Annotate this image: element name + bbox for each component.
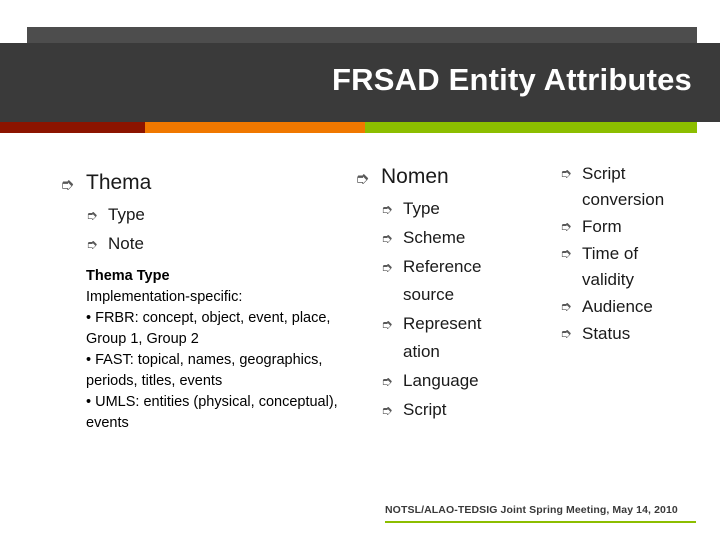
footer-rule bbox=[385, 521, 696, 523]
bullet-arrow-icon: ➮ bbox=[560, 299, 572, 315]
bullet-arrow-icon: ➮ bbox=[381, 317, 393, 333]
thema-type-note-line-3: • FAST: topical, names, geographics, per… bbox=[86, 352, 323, 389]
thema-type-note: Thema Type Implementation-specific: • FR… bbox=[86, 266, 338, 434]
list-item: ➮ Script bbox=[381, 396, 555, 424]
page-title: FRSAD Entity Attributes bbox=[332, 62, 692, 97]
nomen-item-reference-source: Reference source bbox=[403, 257, 482, 304]
thema-item-note: Note bbox=[108, 234, 144, 253]
bullet-arrow-icon: ➮ bbox=[381, 231, 393, 247]
nomen-item-script: Script bbox=[403, 400, 447, 419]
nomen-item-scheme: Scheme bbox=[403, 228, 466, 247]
nomen-item-form: Form bbox=[582, 217, 622, 236]
slide-header: FRSAD Entity Attributes bbox=[0, 0, 720, 137]
list-item: ➮ Reference source bbox=[381, 253, 555, 309]
accent-bar-orange bbox=[145, 122, 365, 133]
bullet-arrow-icon: ➮ bbox=[86, 237, 98, 253]
thema-heading: Thema bbox=[86, 171, 152, 194]
column-nomen-continued: ➮ Script conversion ➮ Form ➮ Time of val… bbox=[560, 137, 720, 348]
nomen-item-language: Language bbox=[403, 371, 479, 390]
bullet-arrow-icon: ➮ bbox=[381, 202, 393, 218]
list-item: ➮ Time of validity bbox=[560, 241, 720, 293]
bullet-arrow-icon: ➮ bbox=[560, 166, 572, 182]
list-item: ➮ Note bbox=[86, 230, 360, 258]
accent-bar-green bbox=[365, 122, 697, 133]
nomen-item-status: Status bbox=[582, 324, 631, 343]
nomen-item-script-conversion: Script conversion bbox=[582, 164, 665, 209]
nomen-item-audience: Audience bbox=[582, 297, 653, 316]
list-item: ➮ Type bbox=[86, 201, 360, 229]
list-item: ➮ Thema bbox=[60, 167, 360, 199]
list-item: ➮ Form bbox=[560, 214, 720, 240]
bullet-arrow-icon: ➮ bbox=[560, 219, 572, 235]
bullet-arrow-icon: ➮ bbox=[381, 403, 393, 419]
column-thema: ➮ Thema ➮ Type ➮ Note Thema Type Impleme… bbox=[60, 137, 360, 434]
thema-type-note-line-2: • FRBR: concept, object, event, place, G… bbox=[86, 310, 331, 347]
nomen-item-representation: Represent ation bbox=[403, 314, 482, 361]
nomen-item-type: Type bbox=[403, 199, 440, 218]
bullet-arrow-icon: ➮ bbox=[560, 326, 572, 342]
slide-content: ➮ Thema ➮ Type ➮ Note Thema Type Impleme… bbox=[0, 137, 720, 540]
bullet-arrow-icon: ➮ bbox=[355, 169, 370, 189]
header-top-bar bbox=[27, 27, 697, 43]
bullet-arrow-icon: ➮ bbox=[86, 208, 98, 224]
list-item: ➮ Scheme bbox=[381, 224, 555, 252]
list-item: ➮ Type bbox=[381, 195, 555, 223]
list-item: ➮ Represent ation bbox=[381, 310, 555, 366]
nomen-item-time-of-validity: Time of validity bbox=[582, 244, 639, 289]
list-item: ➮ Script conversion bbox=[560, 161, 720, 213]
bullet-arrow-icon: ➮ bbox=[60, 175, 75, 195]
nomen-heading: Nomen bbox=[381, 165, 449, 188]
bullet-arrow-icon: ➮ bbox=[381, 260, 393, 276]
list-item: ➮ Status bbox=[560, 321, 720, 347]
accent-bar-dark-red bbox=[0, 122, 145, 133]
column-nomen: ➮ Nomen ➮ Type ➮ Scheme ➮ Reference sour… bbox=[355, 137, 555, 425]
footer-text: NOTSL/ALAO-TEDSIG Joint Spring Meeting, … bbox=[385, 504, 678, 516]
list-item: ➮ Nomen bbox=[355, 161, 555, 193]
bullet-arrow-icon: ➮ bbox=[560, 246, 572, 262]
thema-type-note-line-4: • UMLS: entities (physical, conceptual),… bbox=[86, 394, 338, 431]
thema-type-note-line-1: Implementation-specific: bbox=[86, 289, 243, 305]
thema-item-type: Type bbox=[108, 205, 145, 224]
thema-type-note-title: Thema Type bbox=[86, 268, 170, 284]
bullet-arrow-icon: ➮ bbox=[381, 374, 393, 390]
list-item: ➮ Language bbox=[381, 367, 555, 395]
list-item: ➮ Audience bbox=[560, 294, 720, 320]
